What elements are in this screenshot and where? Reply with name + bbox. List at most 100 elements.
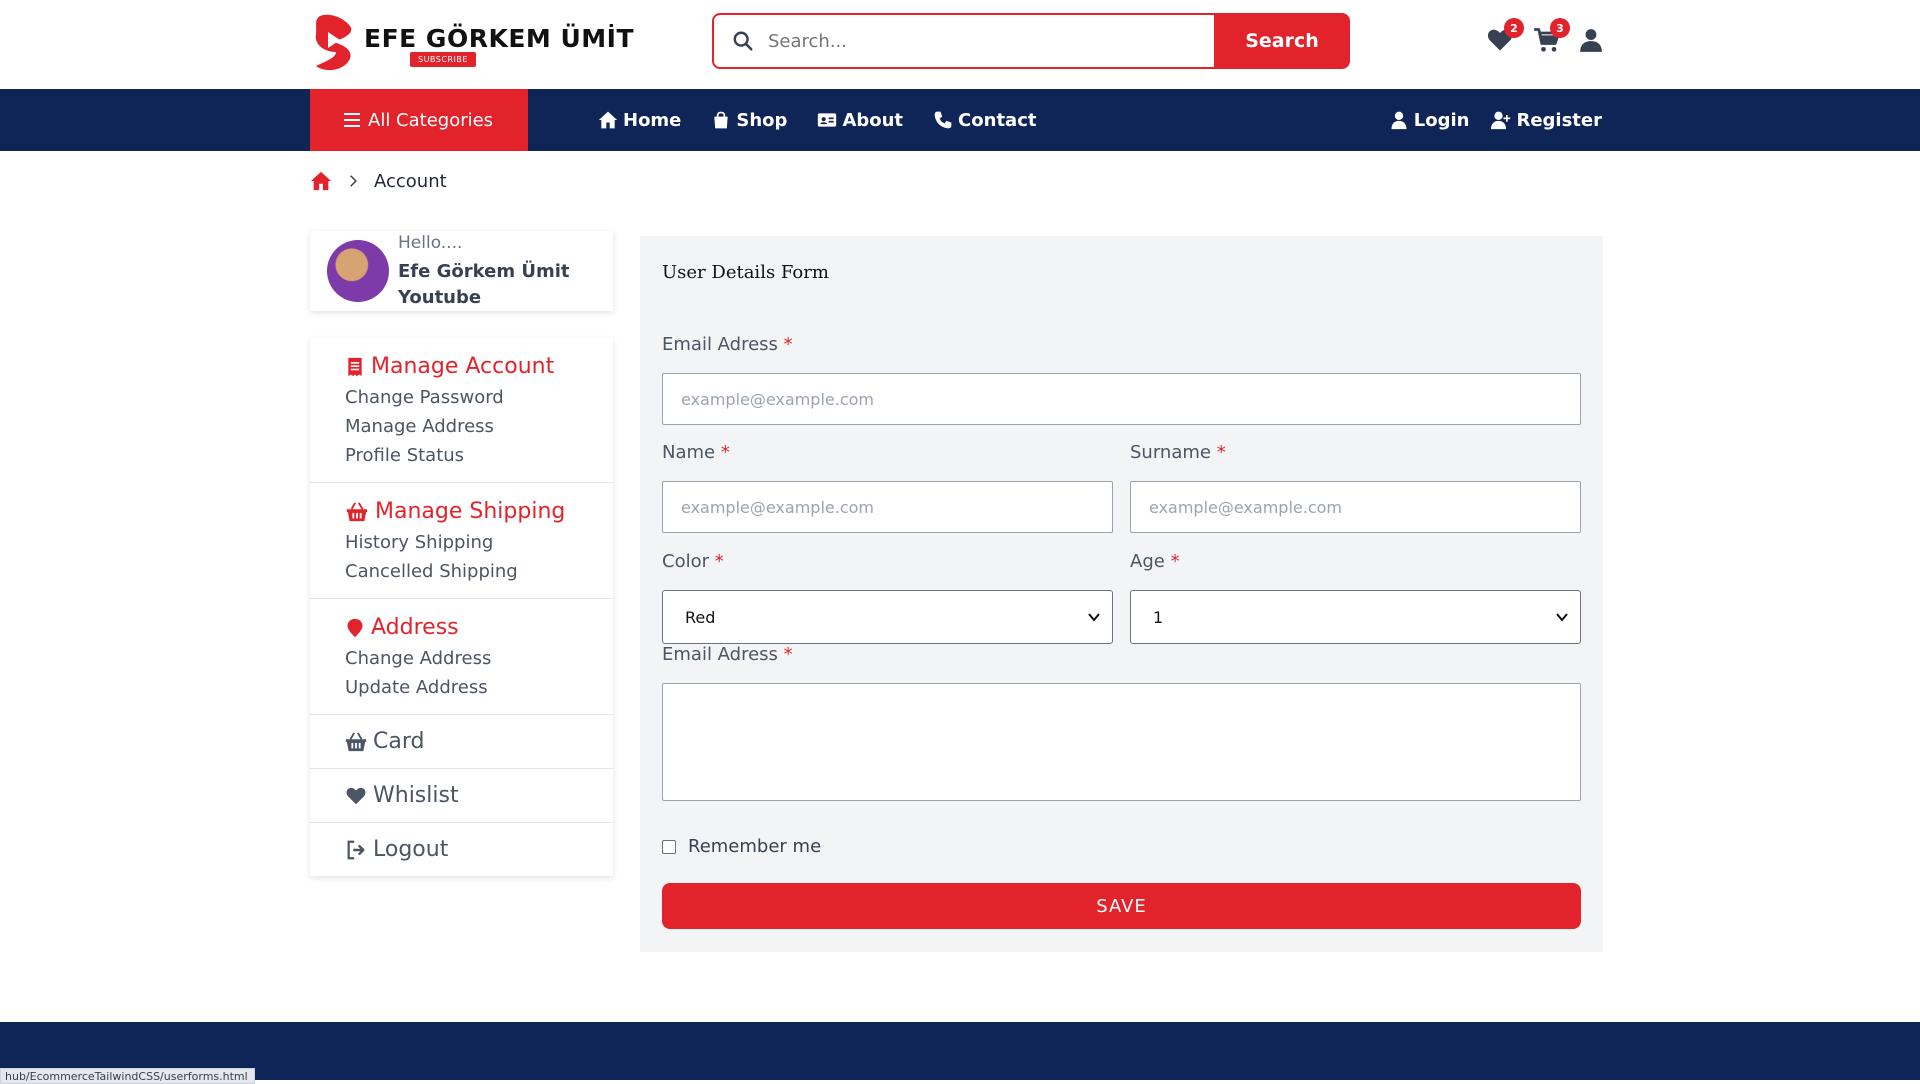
address-title[interactable]: Address: [345, 615, 613, 640]
register-link[interactable]: Register: [1491, 110, 1602, 131]
email-label: Email Adress *: [662, 334, 793, 355]
menu-item-history-shipping[interactable]: History Shipping: [345, 532, 613, 553]
home-icon[interactable]: [310, 170, 332, 192]
message-textarea[interactable]: [662, 683, 1581, 801]
map-pin-icon: [347, 618, 363, 637]
status-bar-url: hub/EcommerceTailwindCSS/userforms.html: [0, 1068, 255, 1084]
nav-contact[interactable]: Contact: [933, 110, 1036, 131]
nav-links: Home Shop About Contact: [598, 89, 1036, 151]
user-icon: [1580, 29, 1602, 52]
account-button[interactable]: [1578, 26, 1606, 54]
user-icon: [1391, 111, 1407, 130]
id-card-icon: [818, 113, 837, 127]
menu-bars-icon: [344, 113, 360, 127]
shopping-bag-icon: [714, 111, 729, 129]
menu-item-change-address[interactable]: Change Address: [345, 648, 613, 669]
menu-item-manage-address[interactable]: Manage Address: [345, 416, 613, 437]
home-icon: [598, 111, 618, 129]
manage-account-label: Manage Account: [371, 354, 555, 379]
wishlist-label: Whislist: [373, 783, 459, 808]
profile-name: Efe Görkem Ümit Youtube: [398, 261, 570, 308]
main-nav: All Categories Home Shop About Contact L…: [0, 89, 1920, 151]
address-label: Address: [371, 615, 459, 640]
receipt-icon: [348, 357, 362, 376]
register-label: Register: [1516, 109, 1602, 131]
email-field[interactable]: example@example.com: [662, 373, 1581, 425]
manage-account-title[interactable]: Manage Account: [345, 354, 613, 379]
nav-about[interactable]: About: [817, 110, 903, 131]
play-logo-icon: [315, 14, 352, 71]
menu-item-update-address[interactable]: Update Address: [345, 677, 613, 698]
profile-greeting: Hello....: [398, 233, 463, 253]
footer: [0, 1022, 1920, 1080]
wishlist-count-badge: 2: [1504, 18, 1524, 38]
menu-item-card[interactable]: Card: [310, 715, 613, 769]
all-categories-button[interactable]: All Categories: [310, 89, 528, 151]
remember-row: Remember me: [662, 836, 821, 857]
account-sidebar: Manage Account Change Password Manage Ad…: [310, 338, 613, 876]
remember-label: Remember me: [688, 836, 822, 857]
menu-item-wishlist[interactable]: Whislist: [310, 769, 613, 823]
age-select[interactable]: 1: [1130, 590, 1581, 644]
color-select-value: Red: [685, 607, 716, 627]
message-label: Email Adress *: [662, 644, 793, 665]
manage-shipping-title[interactable]: Manage Shipping: [345, 499, 613, 524]
menu-item-logout[interactable]: Logout: [310, 823, 613, 876]
login-link[interactable]: Login: [1389, 109, 1470, 131]
logo-subscribe-badge: SUBSCRIBE: [410, 52, 476, 67]
login-label: Login: [1413, 109, 1470, 131]
nav-home-label: Home: [623, 109, 682, 131]
menu-item-profile-status[interactable]: Profile Status: [345, 445, 613, 466]
nav-home[interactable]: Home: [598, 110, 681, 131]
breadcrumb-current: Account: [374, 170, 447, 192]
logo-text: EFE GÖRKEM ÜMİT: [364, 24, 635, 53]
phone-icon: [934, 111, 952, 129]
wishlist-button[interactable]: 2: [1486, 18, 1524, 54]
cart-count-badge: 3: [1550, 18, 1570, 38]
color-label: Color *: [662, 551, 724, 572]
address-section: Address Change Address Update Address: [310, 599, 613, 715]
name-label: Name *: [662, 442, 730, 463]
manage-account-section: Manage Account Change Password Manage Ad…: [310, 338, 613, 483]
search-input[interactable]: [768, 30, 1188, 52]
basket-icon: [346, 501, 368, 521]
logout-icon: [347, 840, 365, 859]
menu-item-cancelled-shipping[interactable]: Cancelled Shipping: [345, 561, 613, 582]
site-header: EFE GÖRKEM ÜMİT SUBSCRIBE Search 2 3: [0, 0, 1920, 89]
site-logo[interactable]: EFE GÖRKEM ÜMİT SUBSCRIBE: [310, 12, 634, 72]
surname-label: Surname *: [1130, 442, 1226, 463]
nav-shop[interactable]: Shop: [711, 110, 787, 131]
chevron-right-icon: [350, 175, 357, 187]
logout-label: Logout: [373, 837, 449, 862]
manage-shipping-section: Manage Shipping History Shipping Cancell…: [310, 483, 613, 599]
basket-icon: [345, 731, 367, 751]
surname-field[interactable]: example@example.com: [1130, 481, 1581, 533]
age-label: Age *: [1130, 551, 1180, 572]
chevron-down-icon: [1088, 613, 1100, 622]
color-select[interactable]: Red: [662, 590, 1113, 644]
chevron-down-icon: [1556, 613, 1568, 622]
user-details-form: User Details Form Email Adress * example…: [640, 236, 1603, 952]
form-title: User Details Form: [662, 262, 829, 283]
menu-item-change-password[interactable]: Change Password: [345, 387, 613, 408]
breadcrumb: Account: [310, 170, 447, 192]
save-button[interactable]: SAVE: [662, 883, 1581, 929]
search-button[interactable]: Search: [1214, 13, 1350, 69]
name-field[interactable]: example@example.com: [662, 481, 1113, 533]
nav-auth: Login Register: [1389, 89, 1602, 151]
remember-checkbox[interactable]: [662, 839, 676, 854]
card-label: Card: [373, 729, 425, 754]
manage-shipping-label: Manage Shipping: [375, 499, 566, 524]
nav-about-label: About: [842, 109, 904, 131]
age-select-value: 1: [1153, 607, 1164, 627]
all-categories-label: All Categories: [368, 109, 494, 131]
avatar: [327, 240, 389, 302]
nav-shop-label: Shop: [736, 109, 788, 131]
cart-button[interactable]: 3: [1532, 18, 1570, 54]
user-plus-icon: [1491, 111, 1511, 130]
search-box: [712, 13, 1216, 69]
search-icon: [733, 31, 753, 51]
heart-icon: [346, 787, 366, 804]
profile-card: Hello.... Efe Görkem Ümit Youtube: [310, 231, 613, 311]
nav-contact-label: Contact: [958, 109, 1037, 131]
